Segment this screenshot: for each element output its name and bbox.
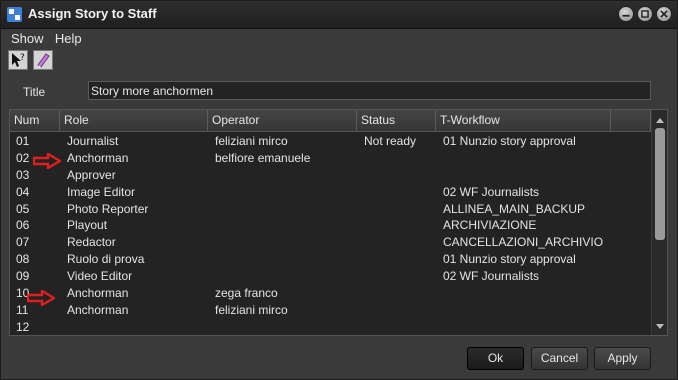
toolbar: ?	[8, 50, 55, 71]
table-header: Num Role Operator Status T-Workflow	[10, 110, 651, 132]
help-pointer-button[interactable]: ?	[8, 50, 28, 70]
maximize-icon	[641, 10, 649, 18]
column-header-t-workflow[interactable]: T-Workflow	[436, 110, 611, 131]
table-row[interactable]: 06 Playout ARCHIVIAZIONE	[10, 217, 651, 234]
cell-t-workflow: 01 Nunzio story approval	[443, 134, 576, 148]
cell-status: Not ready	[364, 134, 417, 148]
cell-role: Ruolo di prova	[67, 252, 145, 267]
table-row[interactable]: 12	[10, 319, 651, 335]
cell-role: Anchorman	[67, 150, 129, 165]
cell-operator: zega franco	[215, 286, 278, 301]
staff-table: Num Role Operator Status T-Workflow 01 Jo…	[9, 109, 668, 336]
cell-num: 03	[16, 167, 30, 182]
cell-operator: belfiore emanuele	[215, 150, 311, 165]
red-arrow-icon	[33, 153, 61, 169]
cell-role: Anchorman	[67, 302, 129, 317]
cell-t-workflow: 02 WF Journalists	[443, 184, 540, 199]
scroll-up-icon[interactable]	[656, 118, 664, 123]
vertical-scrollbar[interactable]	[651, 110, 667, 335]
table-row[interactable]: 01 Journalist feliziani mirco Not ready 01 N…	[10, 133, 651, 150]
cell-role: Playout	[67, 218, 108, 233]
cell-t-workflow: CANCELLAZIONI_ARCHIVIO	[443, 235, 604, 250]
app-icon	[7, 7, 22, 22]
table-row[interactable]: 11 Anchorman feliziani mirco	[10, 302, 651, 319]
title-bar[interactable]: Assign Story to Staff	[1, 1, 677, 29]
cell-num: 07	[16, 235, 30, 250]
clear-button[interactable]	[33, 50, 54, 70]
apply-button[interactable]: Apply	[594, 347, 651, 370]
table-row[interactable]: 10 Anchorman zega franco	[10, 285, 651, 302]
column-header-operator[interactable]: Operator	[208, 110, 357, 131]
table-row[interactable]: 04 Image Editor 02 WF Journalists	[10, 184, 651, 201]
assign-story-dialog: Assign Story to Staff Show Help ? Title …	[0, 0, 678, 380]
cell-t-workflow: ARCHIVIAZIONE	[443, 218, 537, 233]
menu-show[interactable]: Show	[11, 31, 44, 46]
cell-operator: feliziani mirco	[215, 302, 288, 317]
window-title: Assign Story to Staff	[28, 6, 157, 21]
cell-num: 08	[16, 252, 30, 267]
cell-role: Photo Reporter	[67, 201, 149, 216]
cancel-button[interactable]: Cancel	[531, 347, 588, 370]
cell-role: Journalist	[67, 134, 119, 148]
cell-t-workflow: 02 WF Journalists	[443, 269, 540, 284]
cell-operator: feliziani mirco	[215, 134, 288, 148]
scroll-down-icon[interactable]	[656, 324, 664, 329]
table-row[interactable]: 08 Ruolo di prova 01 Nunzio story approval	[10, 251, 651, 268]
minimize-icon	[622, 14, 630, 17]
close-button[interactable]	[656, 6, 672, 22]
cell-num: 12	[16, 319, 30, 334]
cell-role: Redactor	[67, 235, 116, 250]
cell-role: Anchorman	[67, 286, 129, 301]
cell-t-workflow: 01 Nunzio story approval	[443, 252, 576, 267]
minimize-button[interactable]	[618, 6, 634, 22]
help-pointer-icon: ?	[12, 53, 25, 67]
column-header-empty	[611, 110, 651, 131]
cell-num: 04	[16, 184, 30, 199]
title-input[interactable]	[88, 81, 651, 100]
eraser-icon	[37, 53, 51, 68]
ok-button[interactable]: Ok	[467, 347, 524, 370]
cell-num: 05	[16, 201, 30, 216]
cell-num: 06	[16, 218, 30, 233]
cell-t-workflow: ALLINEA_MAIN_BACKUP	[443, 201, 586, 216]
column-header-role[interactable]: Role	[60, 110, 208, 131]
cell-num: 01	[16, 134, 30, 148]
menu-help[interactable]: Help	[55, 31, 82, 46]
title-label: Title	[23, 85, 46, 99]
table-row[interactable]: 07 Redactor CANCELLAZIONI_ARCHIVIO	[10, 234, 651, 251]
table-row[interactable]: 05 Photo Reporter ALLINEA_MAIN_BACKUP	[10, 201, 651, 218]
table-body: 01 Journalist feliziani mirco Not ready 01 N…	[10, 133, 651, 335]
table-row[interactable]: 02 Anchorman belfiore emanuele	[10, 150, 651, 167]
maximize-button[interactable]	[637, 6, 653, 22]
table-row[interactable]: 03 Approver	[10, 167, 651, 184]
close-icon	[660, 10, 668, 18]
red-arrow-icon	[27, 290, 55, 306]
column-header-num[interactable]: Num	[10, 110, 60, 131]
table-row[interactable]: 09 Video Editor 02 WF Journalists	[10, 268, 651, 285]
svg-text:?: ?	[20, 53, 25, 63]
scrollbar-thumb[interactable]	[655, 128, 665, 240]
column-header-status[interactable]: Status	[357, 110, 436, 131]
cell-role: Video Editor	[67, 269, 133, 284]
cell-num: 02	[16, 150, 30, 165]
cell-role: Approver	[67, 167, 116, 182]
cell-role: Image Editor	[67, 184, 136, 199]
cell-num: 09	[16, 269, 30, 284]
menu-bar: Show Help	[11, 31, 90, 47]
